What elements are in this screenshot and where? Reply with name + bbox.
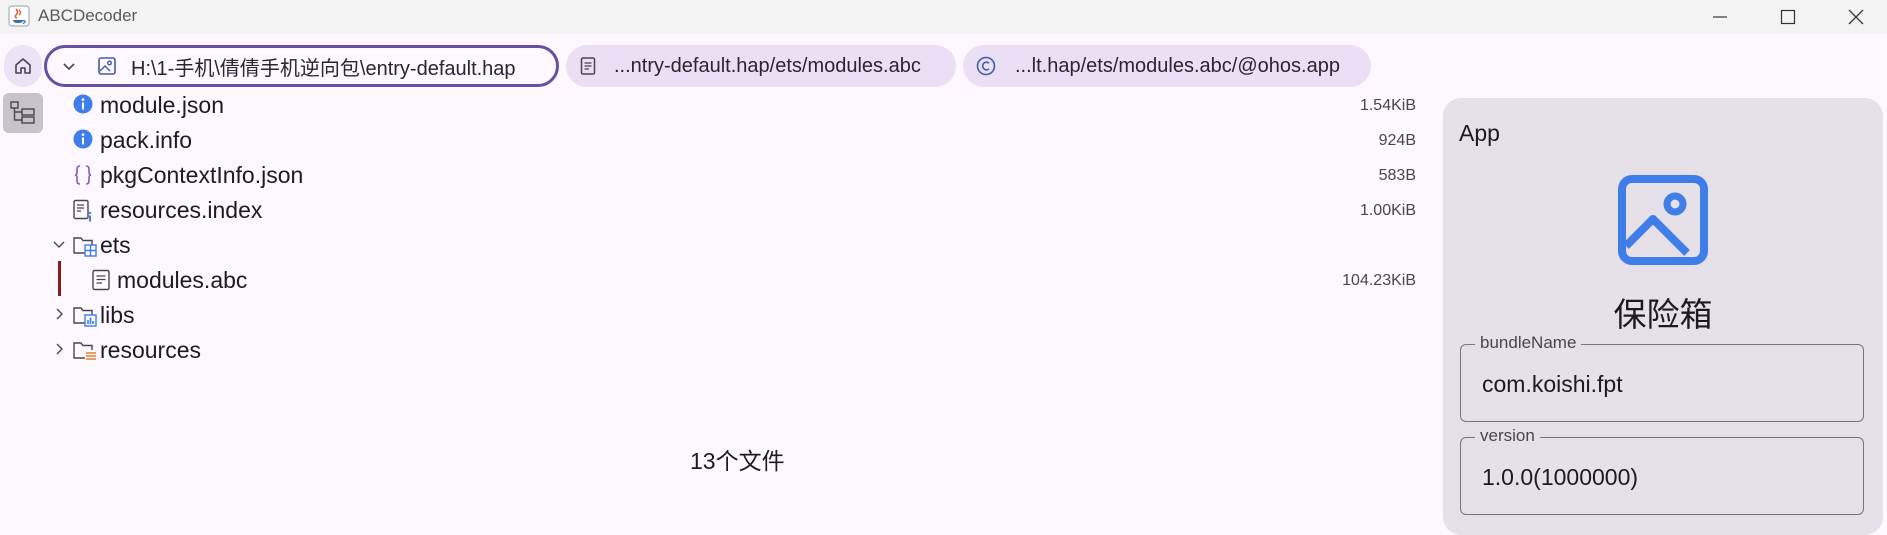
file-size: 1.00KiB — [1359, 202, 1416, 219]
file-name: module.json — [100, 92, 225, 118]
class-c-icon — [976, 56, 996, 76]
folder-name: libs — [100, 302, 135, 328]
folder-icon — [73, 307, 97, 327]
file-size: 583B — [1378, 167, 1416, 184]
maximize-icon — [1780, 9, 1796, 25]
list-item[interactable]: module.json 1.54KiB — [0, 88, 1440, 123]
folder-row-ets[interactable]: ets — [0, 228, 1440, 263]
bundle-name-value: com.koishi.fpt — [1482, 371, 1623, 397]
folder-name: ets — [100, 232, 131, 258]
chevron-right-icon — [56, 308, 63, 320]
panel-title: App — [1459, 120, 1500, 146]
file-name: pkgContextInfo.json — [100, 162, 304, 188]
breadcrumb-tab-ohos-app[interactable]: ...lt.hap/ets/modules.abc/@ohos.app — [963, 45, 1371, 87]
file-count-status: 13个文件 — [690, 448, 785, 474]
minimize-button[interactable] — [1689, 0, 1751, 34]
chevron-down-icon — [53, 241, 65, 248]
image-file-icon — [98, 57, 116, 75]
minimize-icon — [1713, 16, 1727, 18]
breadcrumb-label: H:\1-手机\倩倩手机逆向包\entry-default.hap — [131, 57, 516, 80]
title-bar: ABCDecoder — [0, 0, 1887, 34]
version-field[interactable]: version 1.0.0(1000000) — [1460, 426, 1864, 515]
maximize-button[interactable] — [1757, 0, 1819, 34]
breadcrumb-label: ...lt.hap/ets/modules.abc/@ohos.app — [1015, 54, 1340, 77]
info-icon — [73, 129, 93, 149]
version-label: version — [1475, 426, 1540, 446]
folder-icon — [73, 237, 97, 257]
java-app-icon — [8, 5, 30, 27]
file-name: resources.index — [100, 197, 263, 223]
folder-row-libs[interactable]: libs — [0, 298, 1440, 333]
list-item[interactable]: pkgContextInfo.json 583B — [0, 158, 1440, 193]
file-size: 1.54KiB — [1359, 97, 1416, 114]
bundle-name-field[interactable]: bundleName com.koishi.fpt — [1460, 333, 1864, 422]
breadcrumb-tab-hap[interactable]: H:\1-手机\倩倩手机逆向包\entry-default.hap — [44, 45, 559, 87]
bundle-name-label: bundleName — [1475, 333, 1582, 353]
folder-icon — [73, 342, 96, 361]
home-icon — [15, 58, 31, 74]
file-name: pack.info — [100, 127, 193, 153]
file-name: modules.abc — [117, 267, 248, 293]
file-size: 924B — [1378, 132, 1416, 149]
app-info-panel: App 保险箱 bundleName com.koishi.fpt versio… — [1443, 98, 1883, 535]
version-value: 1.0.0(1000000) — [1482, 464, 1639, 490]
index-file-icon — [73, 199, 92, 222]
close-button[interactable] — [1825, 0, 1887, 34]
close-icon — [1848, 9, 1864, 25]
list-item[interactable]: modules.abc 104.23KiB — [0, 263, 1440, 298]
file-size: 104.23KiB — [1342, 272, 1416, 289]
chevron-down-icon — [63, 63, 75, 71]
breadcrumb-label: ...ntry-default.hap/ets/modules.abc — [614, 54, 921, 77]
home-button[interactable] — [4, 45, 42, 87]
list-item[interactable]: pack.info 924B — [0, 123, 1440, 158]
document-icon — [92, 269, 110, 291]
list-item[interactable]: resources.index 1.00KiB — [0, 193, 1440, 228]
folder-name: resources — [100, 337, 201, 363]
chevron-right-icon — [56, 343, 63, 355]
folder-row-resources[interactable]: resources — [0, 333, 1440, 368]
app-name: 保险箱 — [1613, 296, 1713, 333]
app-image-icon — [1618, 175, 1708, 265]
breadcrumb-tab-modules-abc[interactable]: ...ntry-default.hap/ets/modules.abc — [566, 45, 956, 87]
info-icon — [73, 94, 93, 114]
document-icon — [580, 57, 596, 75]
json-braces-icon — [74, 165, 92, 185]
window-title: ABCDecoder — [38, 6, 138, 25]
